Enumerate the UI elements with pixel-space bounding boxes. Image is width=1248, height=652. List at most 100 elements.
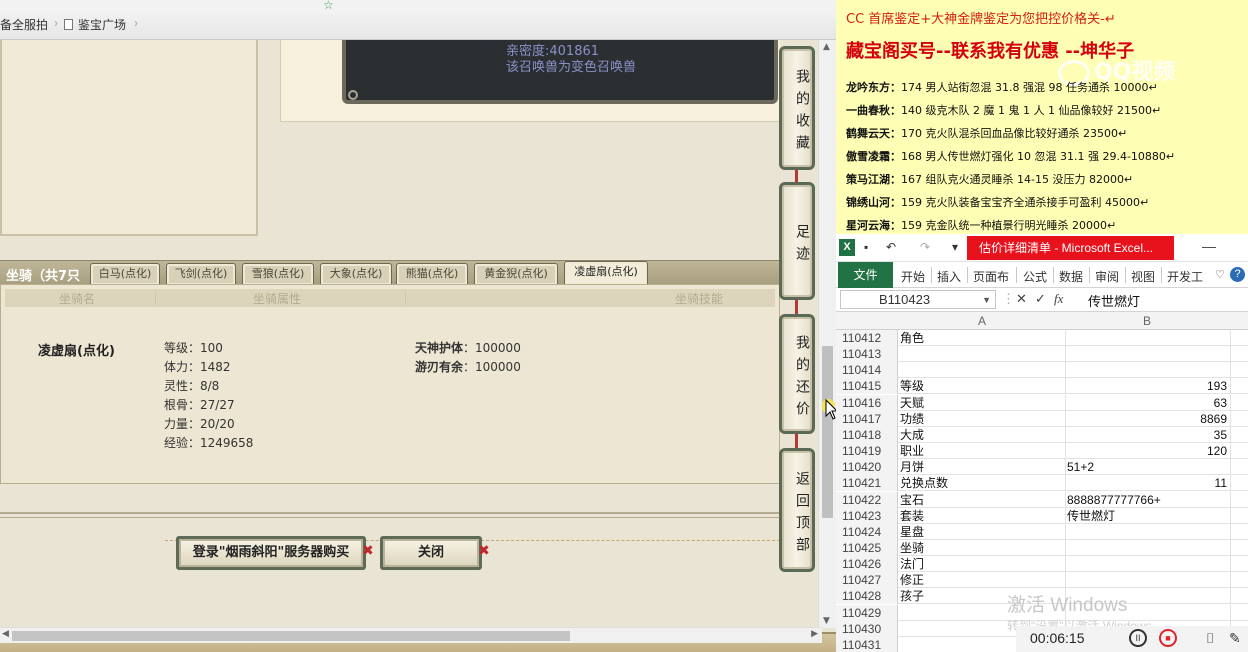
cell-b[interactable]: 11 [1067, 475, 1231, 492]
cell-b[interactable]: 8888877777766+ [1067, 491, 1231, 508]
tab-mount-5[interactable]: 熊猫(点化) [396, 263, 468, 285]
customize-qat-icon[interactable]: ▾ [952, 240, 958, 254]
login-buy-button[interactable]: 登录"烟雨斜阳"服务器购买 [176, 536, 366, 570]
insert-function-icon[interactable]: fx [1054, 291, 1063, 307]
cell-b[interactable]: 8869 [1067, 410, 1231, 427]
tab-formulas[interactable]: 公式 [1023, 268, 1047, 285]
row-number[interactable]: 110419 [836, 443, 898, 460]
row-number[interactable]: 110422 [836, 491, 898, 508]
cancel-icon[interactable]: ✕ [1016, 291, 1027, 307]
minimize-button[interactable]: — [1202, 238, 1216, 254]
cell-a[interactable]: 星盘 [900, 523, 1066, 540]
row-number[interactable]: 110416 [836, 394, 898, 411]
cell-a[interactable]: 功绩 [900, 410, 1066, 427]
tab-mount-4[interactable]: 大象(点化) [320, 263, 392, 285]
scroll-thumb[interactable] [12, 631, 570, 641]
undo-icon[interactable]: ↶ [886, 240, 896, 254]
column-header-a[interactable]: A [978, 314, 986, 328]
row-number[interactable]: 110421 [836, 475, 898, 492]
row-number[interactable]: 110413 [836, 346, 898, 363]
cell-b[interactable] [1067, 572, 1231, 589]
cell-a[interactable]: 大成 [900, 426, 1066, 443]
cell-b[interactable] [1067, 362, 1231, 379]
cell-a[interactable]: 角色 [900, 330, 1066, 346]
row-number[interactable]: 110428 [836, 588, 898, 605]
row-number[interactable]: 110424 [836, 523, 898, 540]
tab-file[interactable]: 文件 [838, 262, 893, 288]
cell-b[interactable] [1067, 539, 1231, 556]
scroll-left-icon[interactable]: ◀ [2, 629, 9, 639]
tab-mount-3[interactable]: 雪狼(点化) [242, 263, 314, 285]
tab-insert[interactable]: 插入 [937, 268, 961, 285]
cell-a[interactable]: 等级 [900, 378, 1066, 395]
cell-a[interactable]: 法门 [900, 556, 1066, 573]
collapse-ribbon-icon[interactable]: ♡ [1215, 268, 1225, 281]
pen-icon[interactable]: ✎ [1229, 630, 1241, 647]
row-number[interactable]: 110430 [836, 620, 898, 637]
cell-b[interactable]: 193 [1067, 378, 1231, 395]
row-number[interactable]: 110415 [836, 378, 898, 395]
side-nav-my-offers[interactable]: 我的还价 [779, 314, 815, 434]
tab-review[interactable]: 审阅 [1095, 268, 1119, 285]
dropdown-icon[interactable]: ▼ [982, 291, 991, 309]
bookmark-star-icon[interactable]: ☆ [323, 0, 334, 12]
cell-b[interactable] [1067, 330, 1231, 346]
tab-data[interactable]: 数据 [1059, 268, 1083, 285]
tab-developer[interactable]: 开发工 [1167, 268, 1203, 285]
cell-a[interactable]: 宝石 [900, 491, 1066, 508]
bookmark-item[interactable]: 鉴宝广场 [64, 16, 126, 33]
save-icon[interactable]: ▪ [864, 240, 868, 254]
tab-mount-2[interactable]: 飞剑(点化) [166, 263, 236, 285]
name-box[interactable]: B110423 ▼ [840, 290, 996, 309]
row-number[interactable]: 110412 [836, 330, 898, 346]
pause-icon[interactable]: II [1129, 629, 1147, 647]
row-number[interactable]: 110418 [836, 426, 898, 443]
cell-a[interactable]: 兑换点数 [900, 475, 1066, 492]
tab-home[interactable]: 开始 [901, 268, 925, 285]
row-number[interactable]: 110431 [836, 636, 898, 652]
row-number[interactable]: 110427 [836, 572, 898, 589]
cell-b[interactable] [1067, 523, 1231, 540]
row-number[interactable]: 110420 [836, 459, 898, 476]
scroll-right-icon[interactable]: ▶ [811, 629, 818, 639]
row-number[interactable]: 110417 [836, 410, 898, 427]
side-nav-back-to-top[interactable]: 返回顶部 [779, 448, 815, 572]
tab-mount-6[interactable]: 黄金猊(点化) [474, 263, 558, 285]
stop-icon[interactable]: ■ [1159, 629, 1177, 647]
bookmark-item[interactable]: 备全服拍 [0, 16, 48, 33]
formula-input[interactable]: 传世燃灯 [1088, 291, 1140, 310]
enter-icon[interactable]: ✓ [1035, 291, 1046, 307]
cell-a[interactable]: 职业 [900, 443, 1066, 460]
scroll-thumb[interactable] [822, 346, 833, 518]
cell-a[interactable] [900, 362, 1066, 379]
cell-a[interactable]: 修正 [900, 572, 1066, 589]
horizontal-scrollbar[interactable]: ◀ ▶ [0, 627, 822, 643]
cell-b[interactable]: 63 [1067, 394, 1231, 411]
side-nav-footprints[interactable]: 足迹 [779, 182, 815, 300]
row-number[interactable]: 110429 [836, 604, 898, 621]
tab-mount-1[interactable]: 白马(点化) [90, 263, 160, 285]
scroll-down-icon[interactable]: ▼ [823, 616, 830, 626]
cell-b[interactable]: 51+2 [1067, 459, 1231, 476]
cell-a[interactable]: 天赋 [900, 394, 1066, 411]
tab-view[interactable]: 视图 [1131, 268, 1155, 285]
cell-a[interactable] [900, 346, 1066, 363]
column-header-b[interactable]: B [1143, 314, 1151, 328]
close-button[interactable]: 关闭 [380, 536, 482, 570]
redo-icon[interactable]: ↷ [920, 240, 930, 254]
row-number[interactable]: 110423 [836, 507, 898, 524]
cell-a[interactable]: 月饼 [900, 459, 1066, 476]
scroll-up-icon[interactable]: ▲ [823, 42, 830, 52]
cell-b[interactable]: 35 [1067, 426, 1231, 443]
cell-b[interactable] [1067, 556, 1231, 573]
cell-b[interactable]: 120 [1067, 443, 1231, 460]
tab-page-layout[interactable]: 页面布 [973, 268, 1009, 285]
tab-mount-7[interactable]: 凌虚扇(点化) [564, 261, 648, 285]
camera-icon[interactable]: ⌷ [1206, 630, 1214, 647]
side-nav-favorites[interactable]: 我的收藏 [779, 46, 815, 170]
cell-a[interactable]: 套装 [900, 507, 1066, 524]
cell-b[interactable]: 传世燃灯 [1067, 507, 1231, 524]
row-number[interactable]: 110426 [836, 556, 898, 573]
row-number[interactable]: 110414 [836, 362, 898, 379]
vertical-scrollbar[interactable]: ▲ ▼ [818, 40, 836, 628]
